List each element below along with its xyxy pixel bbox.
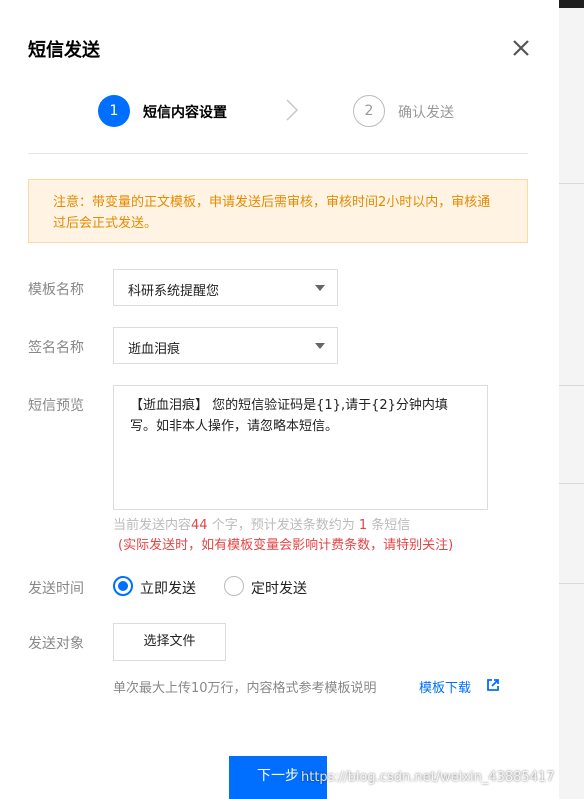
billing-warning: (实际发送时，如有模板变量会影响计费条数，请特别关注) [118, 538, 454, 553]
message-count: 1 [358, 518, 368, 533]
template-label: 模板名称 [28, 282, 84, 298]
caret-down-icon [315, 285, 325, 291]
send-time-label: 发送时间 [28, 581, 84, 597]
background-divider [559, 483, 584, 484]
dialog-title: 短信发送 [28, 40, 100, 61]
background-divider [559, 183, 584, 184]
external-link-icon[interactable] [486, 678, 500, 692]
send-count-hint: 当前发送内容44 个字，预计发送条数约为 1 条短信 [113, 514, 410, 533]
caret-down-icon [315, 343, 325, 349]
char-count: 44 [191, 518, 208, 533]
hint-suffix: 条短信 [367, 518, 411, 533]
background-page [559, 0, 584, 799]
radio-scheduled-label[interactable]: 定时发送 [251, 578, 307, 598]
radio-send-now-label[interactable]: 立即发送 [140, 578, 196, 598]
watermark-text: https://blog.csdn.net/weixin_43885417 [301, 770, 555, 785]
signature-select-value: 逝血泪痕 [128, 342, 181, 357]
radio-scheduled[interactable] [224, 576, 244, 596]
template-select-value: 科研系统提醒您 [128, 284, 220, 299]
template-select[interactable]: 科研系统提醒您 [113, 269, 338, 306]
background-topbar [559, 0, 584, 8]
sms-send-dialog: 短信发送 1 短信内容设置 2 确认发送 注意：带变量的正文模板，申请发送后需审… [0, 0, 559, 799]
preview-label: 短信预览 [28, 398, 84, 414]
template-download-link[interactable]: 模板下载 [419, 677, 471, 696]
notice-banner: 注意：带变量的正文模板，申请发送后需审核，审核时间2小时以内，审核通过后会正式发… [28, 179, 528, 243]
steps-divider [28, 153, 528, 154]
step-1-indicator: 1 [98, 95, 130, 127]
signature-select[interactable]: 逝血泪痕 [113, 327, 338, 364]
hint-prefix: 当前发送内容 [113, 518, 192, 533]
send-target-label: 发送对象 [28, 636, 84, 652]
step-1-label: 短信内容设置 [143, 105, 227, 121]
background-divider [559, 385, 584, 386]
hint-middle: 个字，预计发送条数约为 [207, 518, 359, 533]
step-2-indicator: 2 [353, 95, 385, 127]
chevron-right-icon [286, 99, 299, 121]
background-divider [559, 583, 584, 584]
signature-label: 签名名称 [28, 340, 84, 356]
choose-file-button[interactable]: 选择文件 [113, 623, 226, 661]
upload-note: 单次最大上传10万行，内容格式参考模板说明 [113, 681, 377, 696]
step-2-label: 确认发送 [398, 105, 454, 121]
close-icon[interactable] [509, 36, 533, 60]
radio-send-now[interactable] [113, 576, 133, 596]
sms-preview-box: 【逝血泪痕】 您的短信验证码是{1},请于{2}分钟内填写。如非本人操作，请忽略… [113, 385, 488, 510]
